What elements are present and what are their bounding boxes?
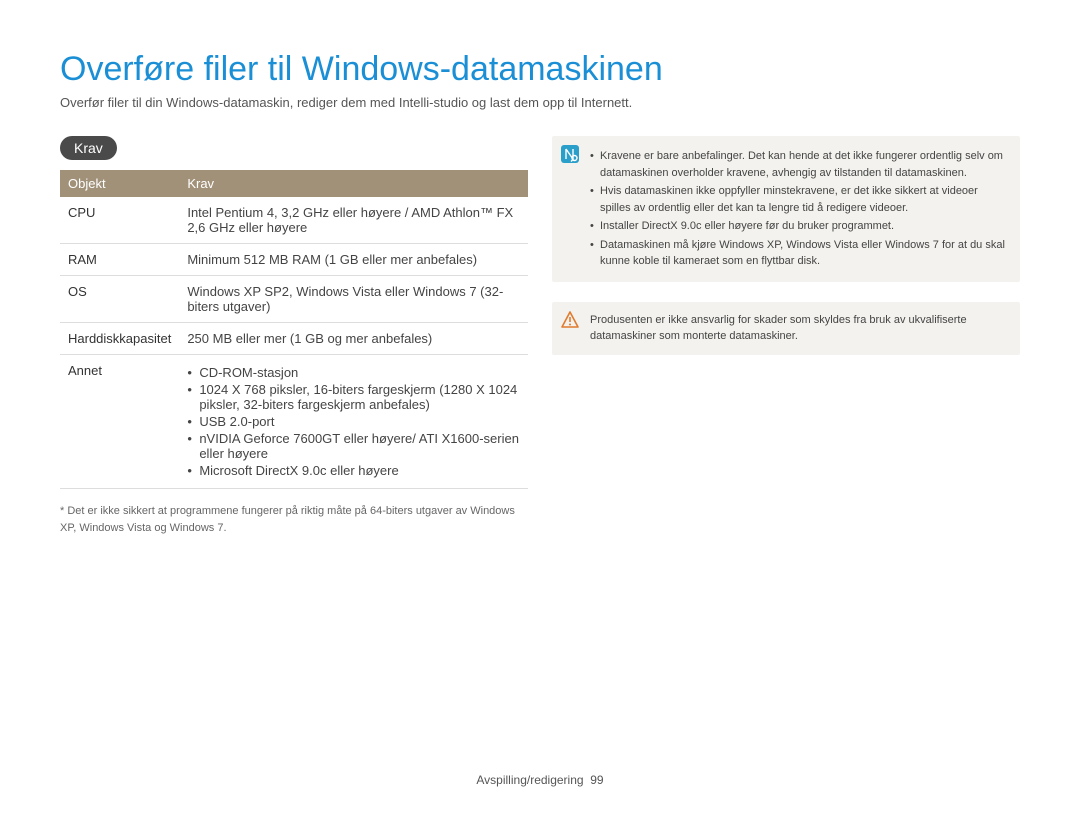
page-footer: Avspilling/redigering 99 <box>0 773 1080 787</box>
warning-text: Produsenten er ikke ansvarlig for skader… <box>590 314 967 343</box>
table-row: CPU Intel Pentium 4, 3,2 GHz eller høyer… <box>60 197 528 244</box>
footnote: * Det er ikke sikkert at programmene fun… <box>60 503 528 536</box>
table-row: Annet CD-ROM-stasjon 1024 X 768 piksler,… <box>60 355 528 489</box>
list-item: Microsoft DirectX 9.0c eller høyere <box>187 463 520 478</box>
intro-text: Overfør filer til din Windows-datamaskin… <box>60 95 1020 110</box>
right-column: Kravene er bare anbefalinger. Det kan he… <box>552 136 1020 536</box>
cell-object: RAM <box>60 244 179 276</box>
table-header-req: Krav <box>179 170 528 197</box>
requirements-table: Objekt Krav CPU Intel Pentium 4, 3,2 GHz… <box>60 170 528 489</box>
cell-object: OS <box>60 276 179 323</box>
list-item: USB 2.0-port <box>187 414 520 429</box>
warning-box: Produsenten er ikke ansvarlig for skader… <box>552 302 1020 355</box>
table-row: Harddiskkapasitet 250 MB eller mer (1 GB… <box>60 323 528 355</box>
cell-req: Minimum 512 MB RAM (1 GB eller mer anbef… <box>179 244 528 276</box>
cell-req: CD-ROM-stasjon 1024 X 768 piksler, 16-bi… <box>179 355 528 489</box>
cell-req: Intel Pentium 4, 3,2 GHz eller høyere / … <box>179 197 528 244</box>
footer-page-number: 99 <box>590 773 603 787</box>
table-row: RAM Minimum 512 MB RAM (1 GB eller mer a… <box>60 244 528 276</box>
list-item: Installer DirectX 9.0c eller høyere før … <box>590 218 1010 235</box>
cell-object: CPU <box>60 197 179 244</box>
info-icon <box>560 144 580 164</box>
cell-object: Annet <box>60 355 179 489</box>
left-column: Krav Objekt Krav CPU Intel Pentium 4, 3,… <box>60 136 528 536</box>
list-item: Kravene er bare anbefalinger. Det kan he… <box>590 148 1010 181</box>
info-box: Kravene er bare anbefalinger. Det kan he… <box>552 136 1020 282</box>
section-pill: Krav <box>60 136 117 160</box>
warning-icon <box>560 310 580 330</box>
table-row: OS Windows XP SP2, Windows Vista eller W… <box>60 276 528 323</box>
cell-req: Windows XP SP2, Windows Vista eller Wind… <box>179 276 528 323</box>
list-item: nVIDIA Geforce 7600GT eller høyere/ ATI … <box>187 431 520 461</box>
cell-object: Harddiskkapasitet <box>60 323 179 355</box>
table-header-object: Objekt <box>60 170 179 197</box>
footer-section: Avspilling/redigering <box>476 773 583 787</box>
list-item: CD-ROM-stasjon <box>187 365 520 380</box>
list-item: Hvis datamaskinen ikke oppfyller minstek… <box>590 183 1010 216</box>
page-title: Overføre filer til Windows-datamaskinen <box>60 50 1020 89</box>
list-item: Datamaskinen må kjøre Windows XP, Window… <box>590 237 1010 270</box>
list-item: 1024 X 768 piksler, 16-biters fargeskjer… <box>187 382 520 412</box>
cell-req: 250 MB eller mer (1 GB og mer anbefales) <box>179 323 528 355</box>
